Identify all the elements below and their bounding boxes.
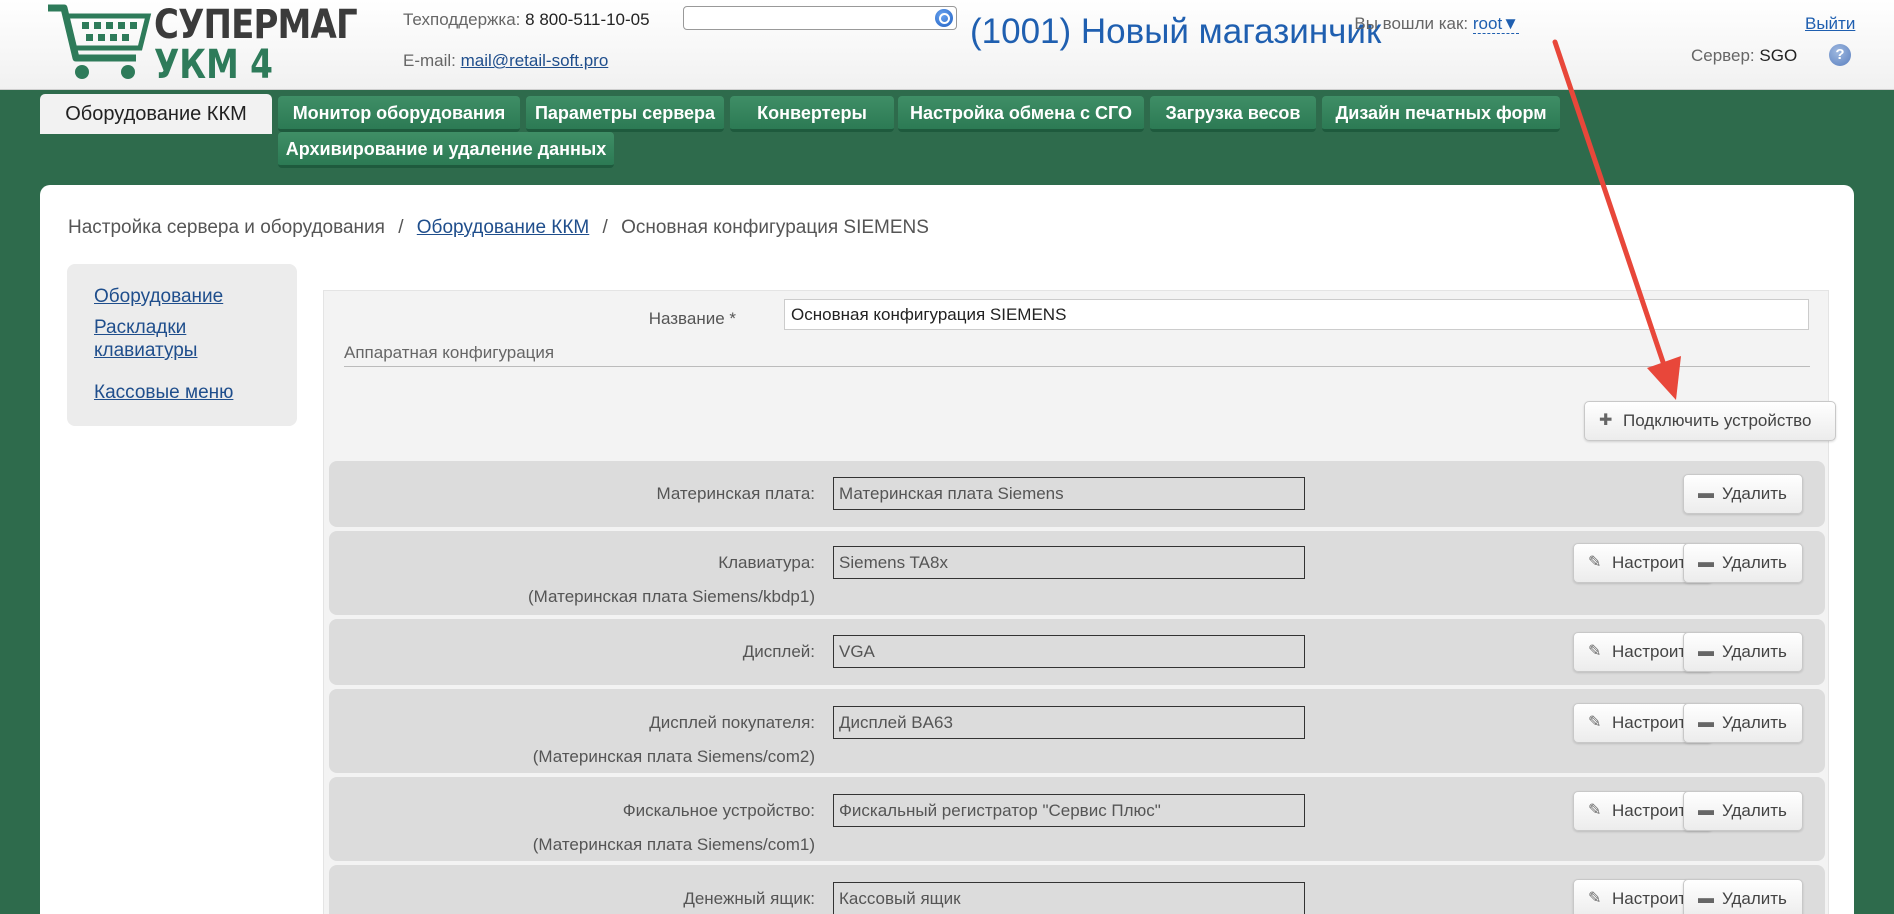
- breadcrumb-root: Настройка сервера и оборудования: [68, 217, 385, 238]
- sidebar-item-keyboard-layouts-line2[interactable]: клавиатуры: [94, 339, 197, 362]
- device-value-field[interactable]: Материнская плата Siemens: [833, 477, 1305, 510]
- delete-button[interactable]: ▬ Удалить: [1683, 474, 1803, 514]
- delete-label: Удалить: [1722, 642, 1787, 661]
- delete-label: Удалить: [1722, 889, 1787, 908]
- device-row-motherboard: Материнская плата: Материнская плата Sie…: [329, 461, 1825, 527]
- delete-label: Удалить: [1722, 553, 1787, 572]
- breadcrumb-current: Основная конфигурация SIEMENS: [621, 217, 929, 238]
- tab-converters[interactable]: Конвертеры: [730, 96, 894, 132]
- sidebar-item-cash-menus[interactable]: Кассовые меню: [94, 381, 233, 404]
- tab-sgo-exchange[interactable]: Настройка обмена с СГО: [898, 96, 1144, 132]
- tab-print-design[interactable]: Дизайн печатных форм: [1322, 96, 1560, 132]
- search-icon[interactable]: [935, 9, 953, 27]
- shop-title: (1001) Новый магазинчик: [970, 12, 1382, 51]
- minus-icon: ▬: [1698, 890, 1714, 907]
- tab-equipment-monitor[interactable]: Монитор оборудования: [278, 96, 520, 132]
- tab-scales-upload[interactable]: Загрузка весов: [1150, 96, 1316, 132]
- sidebar-item-keyboard-layouts[interactable]: Раскладки: [94, 316, 186, 339]
- tab-server-params[interactable]: Параметры сервера: [526, 96, 724, 132]
- breadcrumb-link-equipment[interactable]: Оборудование ККМ: [417, 217, 589, 238]
- help-icon[interactable]: ?: [1829, 44, 1851, 66]
- logo[interactable]: СУПЕРМАГ УКМ 4: [44, 0, 358, 88]
- delete-button[interactable]: ▬ Удалить: [1683, 791, 1803, 831]
- device-value-field[interactable]: Дисплей BA63: [833, 706, 1305, 739]
- device-port: (Материнская плата Siemens/com1): [532, 835, 815, 854]
- device-value-field[interactable]: VGA: [833, 635, 1305, 668]
- delete-button[interactable]: ▬ Удалить: [1683, 879, 1803, 914]
- name-field[interactable]: Основная конфигурация SIEMENS: [784, 299, 1809, 330]
- minus-icon: ▬: [1698, 485, 1714, 502]
- delete-button[interactable]: ▬ Удалить: [1683, 703, 1803, 743]
- device-row-customer-display: Дисплей покупателя: (Материнская плата S…: [329, 689, 1825, 773]
- cart-icon: [48, 4, 152, 79]
- device-value-field[interactable]: Фискальный регистратор "Сервис Плюс": [833, 794, 1305, 827]
- tab-archive-delete[interactable]: Архивирование и удаление данных: [278, 132, 614, 168]
- login-label: Вы вошли как:: [1354, 14, 1469, 33]
- device-value-field[interactable]: Siemens TA8x: [833, 546, 1305, 579]
- connect-device-button[interactable]: ✚ Подключить устройство: [1584, 401, 1836, 441]
- pencil-icon: ✎: [1588, 802, 1602, 819]
- pencil-icon: ✎: [1588, 643, 1602, 660]
- device-label: Дисплей:: [742, 642, 815, 661]
- device-port: (Материнская плата Siemens/kbdp1): [528, 587, 815, 606]
- device-port: (Материнская плата Siemens/com2): [532, 747, 815, 766]
- device-label: Денежный ящик:: [683, 889, 815, 908]
- connect-device-label: Подключить устройство: [1623, 411, 1812, 430]
- pencil-icon: ✎: [1588, 554, 1602, 571]
- device-label: Клавиатура:: [718, 553, 815, 572]
- pencil-icon: ✎: [1588, 714, 1602, 731]
- support-label: Техподдержка:: [403, 10, 521, 29]
- config-form: Название * Основная конфигурация SIEMENS…: [323, 290, 1836, 914]
- sidebar: Оборудование Раскладки клавиатуры Кассов…: [67, 264, 297, 426]
- device-row-fiscal: Фискальное устройство: (Материнская плат…: [329, 777, 1825, 861]
- device-value-field[interactable]: Кассовый ящик: [833, 882, 1305, 914]
- login-info: Вы вошли как: root▼: [1354, 14, 1519, 34]
- breadcrumb-separator: /: [602, 217, 608, 238]
- pencil-icon: ✎: [1588, 890, 1602, 907]
- device-row-cash-drawer: Денежный ящик: Кассовый ящик ✎ Настроить…: [329, 865, 1825, 914]
- server-info: Сервер: SGO: [1691, 46, 1797, 66]
- device-row-display: Дисплей: VGA ✎ Настроить ▬ Удалить: [329, 619, 1825, 685]
- email-info: E-mail: mail@retail-soft.pro: [403, 51, 608, 71]
- delete-label: Удалить: [1722, 484, 1787, 503]
- search-input[interactable]: [683, 6, 957, 30]
- email-link[interactable]: mail@retail-soft.pro: [461, 51, 609, 70]
- logout-link[interactable]: Выйти: [1805, 14, 1855, 34]
- section-title: Аппаратная конфигурация: [344, 343, 555, 362]
- device-label: Дисплей покупателя:: [649, 713, 815, 732]
- minus-icon: ▬: [1698, 643, 1714, 660]
- device-label: Материнская плата:: [656, 484, 816, 503]
- minus-icon: ▬: [1698, 802, 1714, 819]
- section-divider: [344, 366, 1810, 367]
- breadcrumb: Настройка сервера и оборудования / Обору…: [68, 217, 929, 239]
- logo-subtitle: УКМ 4: [154, 42, 273, 88]
- delete-button[interactable]: ▬ Удалить: [1683, 543, 1803, 583]
- support-info: Техподдержка: 8 800-511-10-05: [403, 10, 650, 30]
- delete-label: Удалить: [1722, 713, 1787, 732]
- minus-icon: ▬: [1698, 554, 1714, 571]
- support-phone: 8 800-511-10-05: [525, 10, 650, 29]
- device-row-keyboard: Клавиатура: (Материнская плата Siemens/k…: [329, 531, 1825, 615]
- delete-label: Удалить: [1722, 801, 1787, 820]
- minus-icon: ▬: [1698, 714, 1714, 731]
- main-panel: Настройка сервера и оборудования / Обору…: [40, 185, 1854, 914]
- server-value: SGO: [1759, 46, 1798, 65]
- header: СУПЕРМАГ УКМ 4 Техподдержка: 8 800-511-1…: [0, 0, 1894, 90]
- server-label: Сервер:: [1691, 46, 1755, 65]
- tab-equipment-kkm[interactable]: Оборудование ККМ: [40, 94, 272, 134]
- name-label: Название *: [648, 309, 736, 328]
- breadcrumb-separator: /: [398, 217, 404, 238]
- delete-button[interactable]: ▬ Удалить: [1683, 632, 1803, 672]
- sidebar-item-equipment[interactable]: Оборудование: [94, 285, 223, 308]
- device-label: Фискальное устройство:: [622, 801, 815, 820]
- email-label: E-mail:: [403, 51, 456, 70]
- plus-icon: ✚: [1599, 412, 1613, 429]
- user-menu[interactable]: root▼: [1472, 14, 1519, 34]
